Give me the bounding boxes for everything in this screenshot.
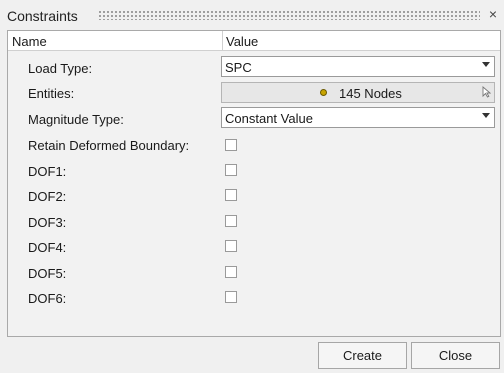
table-header: Name Value [8,31,500,51]
retain-deformed-boundary-checkbox[interactable] [225,139,237,151]
entities-value: 145 Nodes [339,86,402,101]
load-type-value: SPC [225,60,252,75]
dof5-label: DOF5: [28,266,67,281]
dof2-checkbox[interactable] [225,189,237,201]
load-type-label: Load Type: [28,61,93,76]
magnitude-type-label: Magnitude Type: [28,112,124,127]
dof3-label: DOF3: [28,215,67,230]
dof1-label: DOF1: [28,164,67,179]
column-divider[interactable] [222,31,223,51]
magnitude-type-value: Constant Value [225,111,313,126]
properties-table: Name Value Load Type: SPC Entities: 145 … [7,30,501,337]
magnitude-type-dropdown[interactable]: Constant Value [221,107,495,128]
dof6-checkbox[interactable] [225,291,237,303]
pointer-cursor-icon [482,86,491,98]
dof4-label: DOF4: [28,240,67,255]
window-title: Constraints [7,8,78,24]
value-column-header: Value [226,34,259,49]
entities-selector[interactable]: 145 Nodes [221,82,495,103]
dof5-checkbox[interactable] [225,266,237,278]
title-bar[interactable]: Constraints × [0,0,504,30]
dof3-checkbox[interactable] [225,215,237,227]
close-icon[interactable]: × [486,6,500,22]
node-marker-icon [320,89,327,96]
dof2-label: DOF2: [28,189,67,204]
close-button[interactable]: Close [411,342,500,369]
dof4-checkbox[interactable] [225,240,237,252]
create-button[interactable]: Create [318,342,407,369]
entities-label: Entities: [28,86,75,101]
chevron-down-icon [482,62,490,67]
name-column-header: Name [12,34,47,49]
dof6-label: DOF6: [28,291,67,306]
retain-deformed-boundary-label: Retain Deformed Boundary: [28,138,190,153]
chevron-down-icon [482,113,490,118]
load-type-dropdown[interactable]: SPC [221,56,495,77]
dof1-checkbox[interactable] [225,164,237,176]
drag-grip[interactable] [98,10,480,20]
